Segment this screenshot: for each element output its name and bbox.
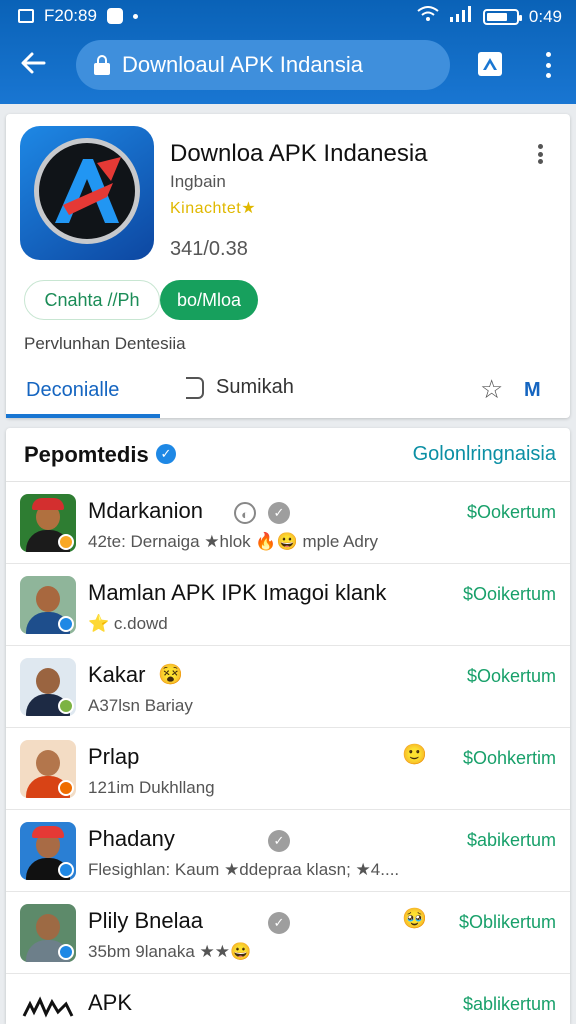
avatar xyxy=(20,740,76,798)
list-title: Pepomtedis xyxy=(24,442,149,467)
app-logo-icon[interactable] xyxy=(20,126,154,260)
app-description: Pervlunhan Dentesiia xyxy=(24,334,186,353)
item-action-link[interactable]: $Oohkertim xyxy=(463,748,556,769)
item-subtitle: Flesighlan: Kaum ★ddepraa klasn; ★4.... xyxy=(88,860,400,879)
app-detail-card: Downloa APK Indanesia Ingbain Kinachtet★… xyxy=(6,114,570,418)
top-app-bar: F20:89 0:49 Downloaul APK Indansia xyxy=(0,0,576,104)
emoji-icon: 🥹 xyxy=(402,908,427,930)
item-name: Kakar xyxy=(88,662,146,687)
app-title: Downloa APK Indanesia xyxy=(170,140,428,167)
emoji-icon: 😵 xyxy=(158,664,183,686)
list-item[interactable]: Plily Bnelaa ✓ 🥹 35bm 9lanaka ★★😀 $Oblik… xyxy=(6,892,570,974)
lock-icon xyxy=(94,55,110,75)
list-header: Pepomtedis ✓ Golonlringnaisia xyxy=(6,428,570,482)
item-subtitle: ⭐ c.dowd xyxy=(88,614,168,633)
item-subtitle: 35bm 9lanaka ★★😀 xyxy=(88,942,252,961)
list-item[interactable]: APK $ablikertum xyxy=(6,974,570,1024)
list-item[interactable]: Mdarkanion ◐ ✓ 42te: Dernaiga ★hlok 🔥😀 m… xyxy=(6,482,570,564)
item-name: Plily Bnelaa xyxy=(88,908,203,933)
more-notifications-dot-icon xyxy=(132,13,138,19)
signal-icon xyxy=(449,6,473,27)
item-subtitle: 42te: Dernaiga ★hlok 🔥😀 mple Adry xyxy=(88,532,379,551)
list-see-all-link[interactable]: Golonlringnaisia xyxy=(413,443,556,466)
secondary-button[interactable]: Cnahta //Ph xyxy=(24,280,160,320)
avatar xyxy=(20,576,76,634)
item-action-link[interactable]: $Ookertum xyxy=(467,666,556,687)
emoji-icon: 🙂 xyxy=(402,744,427,766)
list-item[interactable]: Kakar 😵 A37lsn Bariay $Ookertum xyxy=(6,646,570,728)
tab-more[interactable]: M xyxy=(524,379,541,402)
item-action-link[interactable]: $abikertum xyxy=(467,830,556,851)
list-item[interactable]: Mamlan APK IPK Imagoi klank ⭐ c.dowd $Oo… xyxy=(6,564,570,646)
tab-indicator xyxy=(6,414,160,418)
item-subtitle: 121im Dukhllang xyxy=(88,778,215,797)
item-subtitle: A37lsn Bariay xyxy=(88,696,193,715)
avatar xyxy=(20,494,76,552)
tab-details[interactable]: Deconialle xyxy=(26,379,119,402)
item-name: Mdarkanion xyxy=(88,498,203,523)
avatar xyxy=(20,658,76,716)
app-tabs: Deconialle Sumikah ☆ M xyxy=(6,364,570,418)
url-bar[interactable]: Downloaul APK Indansia xyxy=(76,40,450,90)
install-button[interactable]: bo/Mloa xyxy=(160,280,258,320)
tab-reviews-label: Sumikah xyxy=(216,376,294,398)
drive-icon[interactable] xyxy=(476,50,506,80)
app-notification-icon xyxy=(106,8,123,24)
item-action-link[interactable]: $Oblikertum xyxy=(459,912,556,933)
app-rating: Kinachtet★ xyxy=(170,200,257,217)
list-item[interactable]: Phadany ✓ Flesighlan: Kaum ★ddepraa klas… xyxy=(6,810,570,892)
status-bar: F20:89 0:49 xyxy=(0,0,576,32)
item-name: Mamlan APK IPK Imagoi klank xyxy=(88,580,387,605)
status-time-left: F20:89 xyxy=(44,6,97,25)
verified-gray-icon: ✓ xyxy=(268,830,290,852)
more-vert-icon[interactable] xyxy=(544,52,552,78)
recommended-list: Pepomtedis ✓ Golonlringnaisia Mdarkanion… xyxy=(6,428,570,1024)
verified-gray-icon: ✓ xyxy=(268,502,290,524)
reviews-icon xyxy=(186,376,204,399)
item-name: Prlap xyxy=(88,744,140,769)
app-size: 341/0.38 xyxy=(170,238,248,260)
verified-gray-icon: ✓ xyxy=(268,912,290,934)
item-name: Phadany xyxy=(88,826,175,851)
wifi-icon xyxy=(417,6,439,27)
verified-badge-icon: ✓ xyxy=(156,444,176,464)
gallery-notification-icon xyxy=(18,9,34,23)
info-icon: ◐ xyxy=(234,502,256,524)
list-item[interactable]: Prlap 🙂 121im Dukhllang $Oohkertim xyxy=(6,728,570,810)
item-action-link[interactable]: $Ookertum xyxy=(467,502,556,523)
avatar xyxy=(20,986,76,1024)
avatar xyxy=(20,904,76,962)
card-more-icon[interactable] xyxy=(538,144,544,164)
status-time-right: 0:49 xyxy=(528,6,562,26)
tab-reviews[interactable]: Sumikah xyxy=(186,376,294,399)
battery-icon xyxy=(482,8,522,25)
star-outline-icon[interactable]: ☆ xyxy=(480,374,503,405)
item-action-link[interactable]: $ablikertum xyxy=(463,994,556,1015)
item-name: APK xyxy=(88,990,133,1015)
app-developer[interactable]: Ingbain xyxy=(170,172,226,192)
avatar xyxy=(20,822,76,880)
item-action-link[interactable]: $Ooikertum xyxy=(463,584,556,605)
url-text: Downloaul APK Indansia xyxy=(122,52,363,77)
back-arrow-icon[interactable] xyxy=(18,48,54,84)
